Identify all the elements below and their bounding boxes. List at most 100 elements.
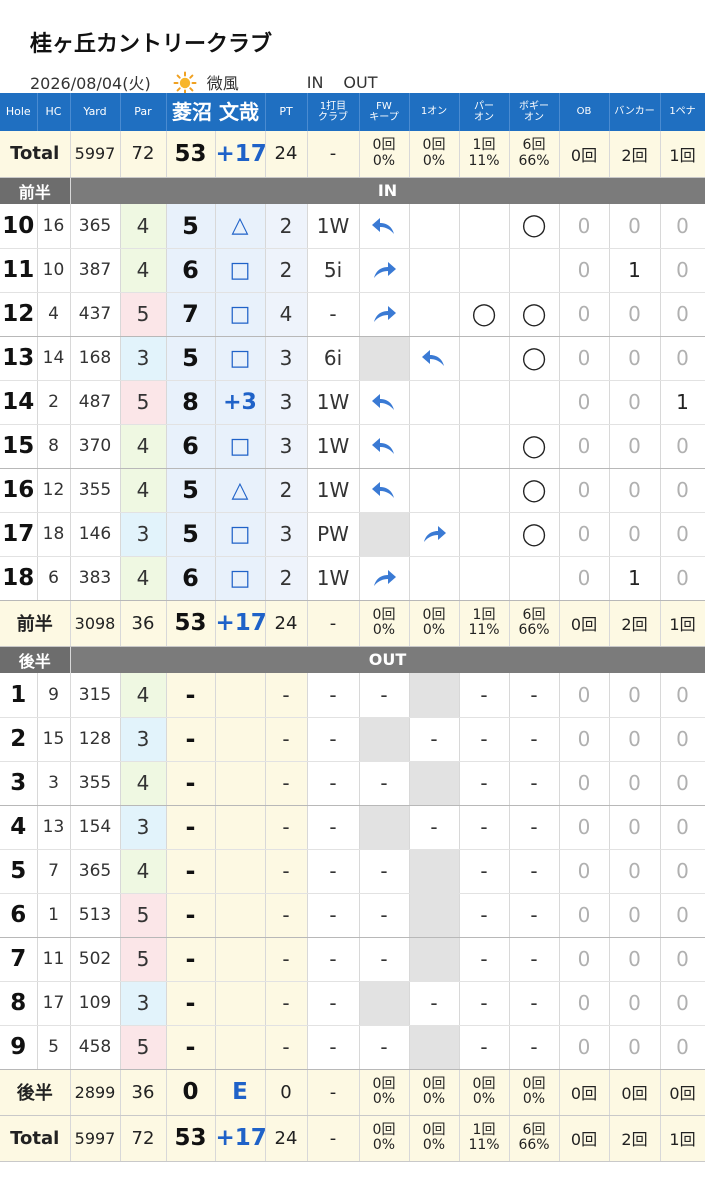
table-row[interactable]: 15 8 370 4 6 □ 3 1W ◯ 0 0 0 bbox=[0, 424, 705, 469]
arrow-right-icon bbox=[374, 306, 396, 323]
total-club: - bbox=[307, 131, 360, 178]
total-ob: 0回 bbox=[559, 1115, 610, 1162]
fw-keep bbox=[359, 204, 410, 249]
table-row[interactable]: 12 4 437 5 7 □ 4- ◯ ◯ 0 0 0 bbox=[0, 292, 705, 337]
hole-hc: 12 bbox=[37, 468, 71, 513]
table-row[interactable]: 17 18 146 3 5 □ 3 PW ◯ 0 0 0 bbox=[0, 512, 705, 557]
penalty-count: 0 bbox=[660, 937, 705, 982]
stat-pct: 0% bbox=[472, 1091, 496, 1107]
one-on bbox=[409, 512, 460, 557]
table-row[interactable]: 14 2 487 5 8 +3 3 1W 0 0 1 bbox=[0, 380, 705, 425]
hole-score: 8 bbox=[166, 380, 216, 425]
tee-club: 6i bbox=[307, 336, 360, 381]
one-on bbox=[409, 761, 460, 806]
table-row[interactable]: 13 14 168 3 5 □ 3 6i ◯ 0 0 0 bbox=[0, 336, 705, 381]
total-club: - bbox=[307, 1115, 360, 1162]
hole-par: 5 bbox=[120, 380, 167, 425]
stat-pct: 0% bbox=[422, 1091, 446, 1107]
bunker-count: 0 bbox=[609, 937, 661, 982]
total-on1: 0回 0% bbox=[409, 600, 460, 647]
hole-score: - bbox=[166, 761, 216, 806]
tee-club: - bbox=[307, 761, 360, 806]
penalty-count: 0 bbox=[660, 336, 705, 381]
par-on bbox=[459, 424, 510, 469]
one-on bbox=[409, 424, 460, 469]
tee-club: 5i bbox=[307, 248, 360, 293]
table-row[interactable]: 5 7 365 4- - - - - -0 0 0 bbox=[0, 849, 705, 894]
stat-count: 6回 bbox=[522, 137, 546, 154]
total-score: 0 bbox=[166, 1069, 216, 1116]
ob-count: 0 bbox=[559, 673, 610, 718]
hdr-pt: PT bbox=[265, 93, 308, 131]
tab-out[interactable]: OUT bbox=[343, 73, 377, 92]
total-yard: 5997 bbox=[70, 1115, 121, 1162]
bogey-on: ◯ bbox=[509, 336, 560, 381]
one-on: - bbox=[409, 981, 460, 1026]
ob-count: 0 bbox=[559, 468, 610, 513]
total-fw: 0回 0% bbox=[359, 1115, 410, 1162]
scorecard-table: Hole HC Yard Par 菱沼 文哉 PT 1打目 クラブ FW キープ 1… bbox=[0, 93, 705, 1162]
bunker-count: 0 bbox=[609, 512, 661, 557]
score-mark: □ bbox=[215, 556, 266, 601]
bogey-on: ◯ bbox=[509, 292, 560, 337]
hole-par: 4 bbox=[120, 761, 167, 806]
ob-count: 0 bbox=[559, 761, 610, 806]
total-par: 72 bbox=[120, 131, 167, 178]
par-on bbox=[459, 468, 510, 513]
table-row[interactable]: 6 1 513 5- - - - - -0 0 0 bbox=[0, 893, 705, 938]
stat-pct: 0% bbox=[372, 1137, 396, 1153]
one-on bbox=[409, 336, 460, 381]
par-on bbox=[459, 512, 510, 557]
hole-par: 4 bbox=[120, 673, 167, 718]
hole-number: 15 bbox=[0, 424, 38, 469]
total-diff: +17 bbox=[215, 1115, 266, 1162]
total-score: 53 bbox=[166, 131, 216, 178]
table-row[interactable]: 1 9 315 4- - - - - -0 0 0 bbox=[0, 673, 705, 718]
hdr-paron: パー オン bbox=[459, 93, 510, 131]
subtotal-front: 前半 3098 36 53 +17 24-0回 0% 0回 0% 1回 11% 6回 66% 0回 2回 1回 bbox=[0, 600, 705, 647]
table-row[interactable]: 11 10 387 4 6 □ 2 5i 0 1 0 bbox=[0, 248, 705, 293]
hole-putts: - bbox=[265, 981, 308, 1026]
hole-hc: 13 bbox=[37, 805, 71, 850]
table-row[interactable]: 9 5 458 5- - - - - -0 0 0 bbox=[0, 1025, 705, 1070]
table-row[interactable]: 2 15 128 3- - - - - -0 0 0 bbox=[0, 717, 705, 762]
fw-keep bbox=[359, 717, 410, 762]
one-on: - bbox=[409, 717, 460, 762]
tee-club: - bbox=[307, 937, 360, 982]
table-row[interactable]: 7 11 502 5- - - - - -0 0 0 bbox=[0, 937, 705, 982]
hole-number: 18 bbox=[0, 556, 38, 601]
par-on bbox=[459, 336, 510, 381]
par-on: - bbox=[459, 893, 510, 938]
fw-keep: - bbox=[359, 893, 410, 938]
table-row[interactable]: 8 17 109 3- - - - - -0 0 0 bbox=[0, 981, 705, 1026]
table-row[interactable]: 18 6 383 4 6 □ 2 1W 0 1 0 bbox=[0, 556, 705, 601]
penalty-count: 0 bbox=[660, 893, 705, 938]
table-row[interactable]: 3 3 355 4- - - - - -0 0 0 bbox=[0, 761, 705, 806]
hole-hc: 14 bbox=[37, 336, 71, 381]
hole-par: 3 bbox=[120, 336, 167, 381]
penalty-count: 0 bbox=[660, 717, 705, 762]
hole-number: 17 bbox=[0, 512, 38, 557]
par-on: - bbox=[459, 1025, 510, 1070]
hdr-player[interactable]: 菱沼 文哉 bbox=[166, 93, 266, 131]
table-row[interactable]: 10 16 365 4 5 △ 2 1W ◯ 0 0 0 bbox=[0, 204, 705, 249]
hole-hc: 6 bbox=[37, 556, 71, 601]
round-date: 2026/08/04(火) bbox=[30, 74, 151, 93]
hole-score: 6 bbox=[166, 424, 216, 469]
tab-in[interactable]: IN bbox=[307, 73, 324, 92]
penalty-count: 0 bbox=[660, 1025, 705, 1070]
stat-pct: 11% bbox=[468, 1137, 500, 1153]
hole-par: 4 bbox=[120, 468, 167, 513]
ob-count: 0 bbox=[559, 981, 610, 1026]
total-par: 72 bbox=[120, 1115, 167, 1162]
score-mark bbox=[215, 849, 266, 894]
tee-club: - bbox=[307, 805, 360, 850]
bogey-on: - bbox=[509, 849, 560, 894]
score-mark: □ bbox=[215, 336, 266, 381]
bunker-count: 0 bbox=[609, 805, 661, 850]
table-row[interactable]: 16 12 355 4 5 △ 2 1W ◯ 0 0 0 bbox=[0, 468, 705, 513]
total-paron: 0回 0% bbox=[459, 1069, 510, 1116]
table-row[interactable]: 4 13 154 3- - - - - -0 0 0 bbox=[0, 805, 705, 850]
hole-yard: 168 bbox=[70, 336, 121, 381]
stat-count: 0回 bbox=[422, 1075, 446, 1092]
